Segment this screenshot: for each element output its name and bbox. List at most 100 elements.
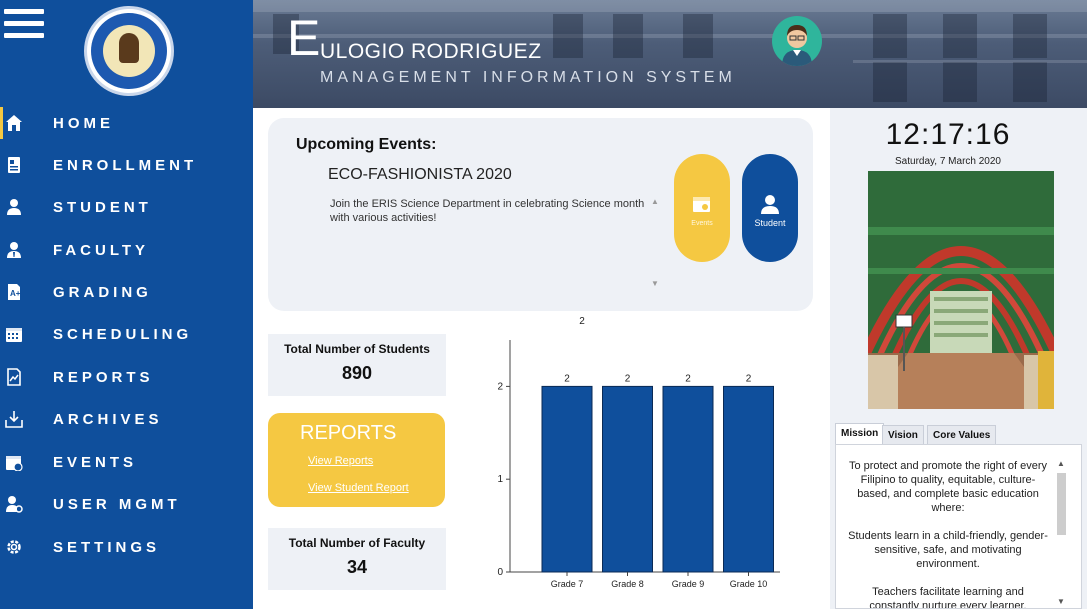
total-students-card: Total Number of Students 890 xyxy=(268,334,446,396)
hamburger-menu-icon[interactable] xyxy=(4,9,44,45)
user-mgmt-icon xyxy=(6,496,23,513)
total-faculty-value: 34 xyxy=(346,557,368,577)
y-tick-label: 1 xyxy=(497,474,503,485)
bar-data-label: 2 xyxy=(685,373,691,384)
svg-text:A+: A+ xyxy=(10,289,21,298)
view-student-report-link[interactable]: View Student Report xyxy=(308,482,409,494)
school-logo xyxy=(84,6,174,96)
chart-title: 2 xyxy=(579,316,585,327)
grading-icon: A+ xyxy=(8,284,21,300)
student-button-icon xyxy=(761,195,779,214)
reports-icon xyxy=(7,368,21,386)
mission-text: To protect and promote the right of ever… xyxy=(846,459,1050,609)
event-description: Join the ERIS Science Department in cele… xyxy=(330,198,645,224)
scroll-up-icon[interactable]: ▲ xyxy=(1057,459,1065,468)
event-title: ECO-FASHIONISTA 2020 xyxy=(328,166,512,183)
scroll-up-icon[interactable]: ▲ xyxy=(651,197,659,206)
gear-icon xyxy=(7,540,21,554)
mission-paragraph: To protect and promote the right of ever… xyxy=(848,460,1048,514)
student-button[interactable]: Student xyxy=(742,154,798,262)
tab-core-values[interactable]: Core Values xyxy=(927,425,997,445)
sidebar-item-label: STUDENT xyxy=(53,199,152,216)
scroll-down-icon[interactable]: ▼ xyxy=(651,279,659,288)
events-calendar-icon xyxy=(693,197,710,212)
x-tick-label: Grade 9 xyxy=(672,579,705,589)
y-tick-label: 0 xyxy=(497,567,503,578)
faculty-icon xyxy=(7,242,21,258)
x-tick-label: Grade 8 xyxy=(611,579,644,589)
sidebar-item-faculty[interactable]: FACULTY xyxy=(0,233,253,269)
sidebar-item-label: EVENTS xyxy=(53,454,138,471)
bar-data-label: 2 xyxy=(746,373,752,384)
view-reports-link[interactable]: View Reports xyxy=(308,455,373,467)
mission-scrollbar[interactable]: ▲ ▼ xyxy=(1054,459,1068,608)
sidebar-item-reports[interactable]: REPORTS xyxy=(0,360,253,396)
x-tick-label: Grade 7 xyxy=(551,579,584,589)
mission-paragraph: Students learn in a child-friendly, gend… xyxy=(848,530,1048,570)
total-faculty-card: Total Number of Faculty 34 xyxy=(268,528,446,590)
clock-date: Saturday, 7 March 2020 xyxy=(895,156,1001,167)
student-icon xyxy=(7,199,21,215)
x-tick-label: Grade 10 xyxy=(730,579,768,589)
archive-icon xyxy=(5,411,23,428)
sidebar-item-events[interactable]: EVENTS xyxy=(0,445,253,481)
user-avatar[interactable] xyxy=(772,16,822,66)
chart-bar xyxy=(541,385,593,573)
sidebar-item-label: SCHEDULING xyxy=(53,326,193,343)
students-per-grade-chart: 2 0 1 2 2 Grade 7 2 Grade 8 2 Grade 9 2 Grade 10 xyxy=(497,316,780,589)
mission-content: To protect and promote the right of ever… xyxy=(835,444,1082,609)
bar-data-label: 2 xyxy=(625,373,631,384)
sidebar-item-label: GRADING xyxy=(53,284,152,301)
total-faculty-label: Total Number of Faculty xyxy=(288,536,426,550)
total-students-value: 890 xyxy=(341,363,373,383)
header-title-initial: E xyxy=(287,10,321,66)
events-button-label: Events xyxy=(691,220,713,227)
sidebar-item-user-mgmt[interactable]: USER MGMT xyxy=(0,487,253,523)
reports-card: REPORTS View Reports View Student Report xyxy=(268,413,445,507)
enrollment-icon xyxy=(8,157,20,173)
event-scrollbar[interactable]: ▲ ▼ xyxy=(649,197,661,289)
events-icon xyxy=(6,456,23,471)
sidebar-item-label: USER MGMT xyxy=(53,496,181,513)
sidebar-item-archives[interactable]: ARCHIVES xyxy=(0,402,253,438)
app-window: { "colors": { "sidebar": "#0f4f9c", "acc… xyxy=(0,0,1087,609)
sidebar-item-label: HOME xyxy=(53,115,114,132)
bar-data-label: 2 xyxy=(564,373,570,384)
sidebar-item-student[interactable]: STUDENT xyxy=(0,190,253,226)
sidebar-item-home[interactable]: HOME xyxy=(0,106,253,142)
sidebar-item-settings[interactable]: SETTINGS xyxy=(0,530,253,566)
header-title: ULOGIO RODRIGUEZ xyxy=(320,40,542,63)
sidebar-item-label: SETTINGS xyxy=(53,539,161,556)
sidebar-item-label: ARCHIVES xyxy=(53,411,163,428)
header-banner: E ULOGIO RODRIGUEZ MANAGEMENT INFORMATIO… xyxy=(253,0,1087,108)
events-button[interactable]: Events xyxy=(674,154,730,262)
home-icon xyxy=(6,115,22,131)
chart-bar xyxy=(723,385,774,573)
header-subtitle: MANAGEMENT INFORMATION SYSTEM xyxy=(320,69,736,86)
tab-vision[interactable]: Vision xyxy=(882,425,924,445)
right-panel: 12:17:16 Saturday, 7 March 2020 Mission … xyxy=(830,108,1087,609)
scroll-down-icon[interactable]: ▼ xyxy=(1057,597,1065,606)
scroll-thumb[interactable] xyxy=(1057,473,1066,535)
calendar-icon xyxy=(6,328,22,342)
y-tick-label: 2 xyxy=(497,381,503,392)
sidebar-item-scheduling[interactable]: SCHEDULING xyxy=(0,317,253,353)
reports-title: REPORTS xyxy=(300,422,397,444)
total-students-label: Total Number of Students xyxy=(284,342,430,356)
sidebar-item-enrollment[interactable]: ENROLLMENT xyxy=(0,148,253,184)
school-photo xyxy=(868,171,1054,409)
events-heading: Upcoming Events: xyxy=(296,136,437,153)
sidebar-item-label: REPORTS xyxy=(53,369,154,386)
clock-time: 12:17:16 xyxy=(885,118,1011,151)
chart-bar xyxy=(602,385,653,573)
sidebar-item-label: ENROLLMENT xyxy=(53,157,198,174)
avatar-icon xyxy=(782,25,812,66)
upcoming-events-panel: Upcoming Events: ECO-FASHIONISTA 2020 Jo… xyxy=(268,118,813,311)
chart-bar xyxy=(662,385,714,573)
mission-paragraph: Teachers facilitate learning and constan… xyxy=(869,586,1027,609)
sidebar-item-grading[interactable]: A+ GRADING xyxy=(0,275,253,311)
sidebar: HOME ENROLLMENT STUDENT FACULTY A+ GRADI… xyxy=(0,0,253,609)
tab-mission[interactable]: Mission xyxy=(835,423,885,445)
student-button-label: Student xyxy=(754,218,786,228)
sidebar-item-label: FACULTY xyxy=(53,242,150,259)
